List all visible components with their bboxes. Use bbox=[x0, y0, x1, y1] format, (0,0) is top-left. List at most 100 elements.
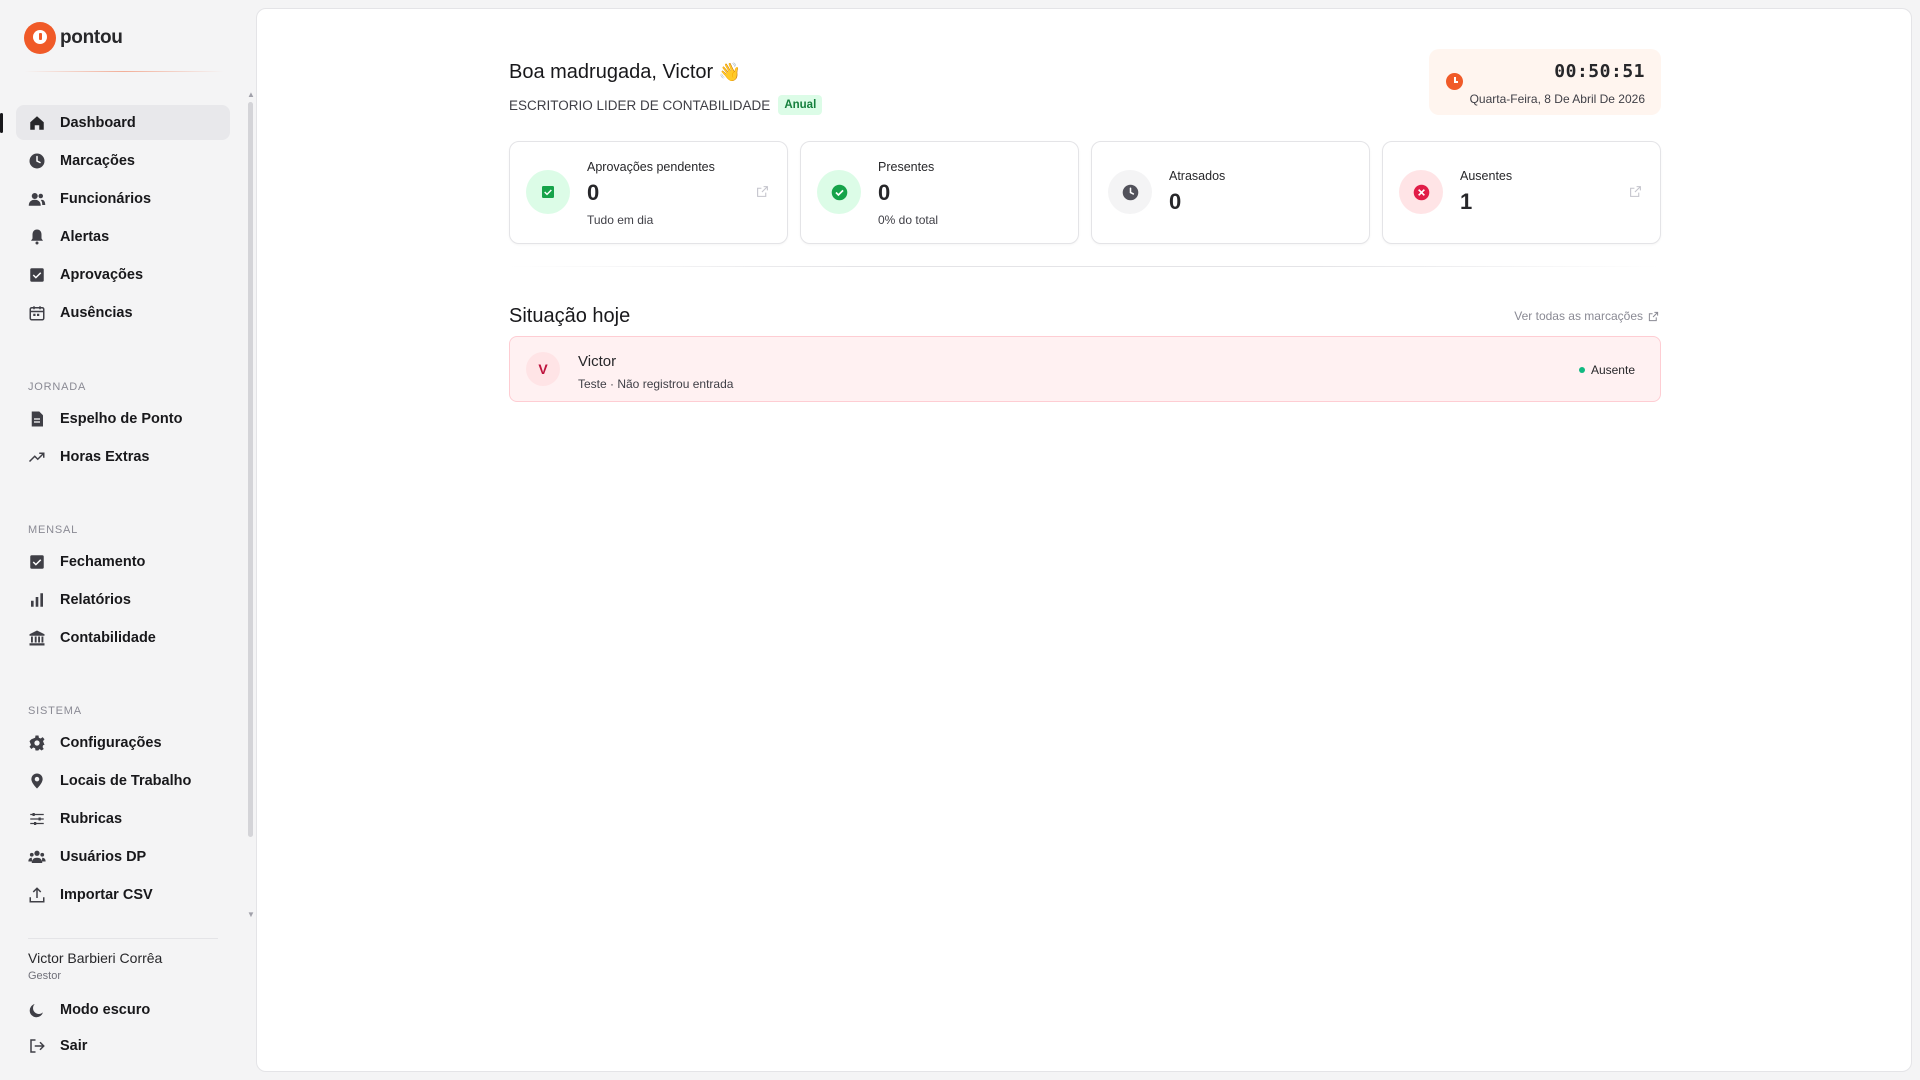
sidebar-item-label: Fechamento bbox=[60, 553, 146, 570]
plan-badge: Anual bbox=[778, 95, 823, 115]
clock-card: 00:50:51 Quarta-Feira, 8 De Abril De 202… bbox=[1429, 49, 1661, 115]
sidebar-item-funcionarios[interactable]: Funcionários bbox=[16, 181, 230, 216]
pontou-logo-icon bbox=[24, 22, 56, 54]
stat-card-atrasados[interactable]: Atrasados 0 bbox=[1091, 141, 1370, 244]
sidebar-item-label: Dashboard bbox=[60, 114, 136, 131]
clock-icon bbox=[1108, 170, 1152, 214]
sidebar-item-label: Aprovações bbox=[60, 266, 144, 283]
sidebar-item-importar-csv[interactable]: Importar CSV bbox=[16, 877, 230, 912]
page-greeting: Boa madrugada, Victor 👋 bbox=[509, 61, 741, 84]
dark-mode-toggle[interactable]: Modo escuro bbox=[16, 994, 230, 1026]
employee-status-row[interactable]: V Victor Teste · Não registrou entrada A… bbox=[509, 336, 1661, 402]
status-badge: Ausente bbox=[1578, 363, 1635, 377]
check-circle-icon bbox=[817, 170, 861, 214]
sidebar-item-label: Ausências bbox=[60, 304, 133, 321]
scroll-down-arrow[interactable]: ▼ bbox=[247, 910, 255, 919]
company-name: ESCRITORIO LIDER DE CONTABILIDADE bbox=[509, 97, 771, 113]
stat-card-aprovacoes-pendentes[interactable]: Aprovações pendentes 0 Tudo em dia bbox=[509, 141, 788, 244]
stat-card-ausentes[interactable]: Ausentes 1 bbox=[1382, 141, 1661, 244]
sidebar-item-marcacoes[interactable]: Marcações bbox=[16, 143, 230, 178]
employee-name: Victor bbox=[578, 353, 617, 370]
section-title-sistema: SISTEMA bbox=[28, 705, 82, 717]
stat-value: 0 bbox=[1169, 189, 1182, 214]
dark-mode-label: Modo escuro bbox=[60, 1002, 151, 1018]
app-logo[interactable]: pontou bbox=[24, 22, 123, 54]
sidebar-item-contabilidade[interactable]: Contabilidade bbox=[16, 620, 230, 655]
status-label: Ausente bbox=[1590, 363, 1635, 377]
sidebar-item-label: Marcações bbox=[60, 152, 135, 169]
sidebar-item-label: Relatórios bbox=[60, 591, 131, 608]
check-square-icon bbox=[28, 266, 46, 284]
stat-label: Aprovações pendentes bbox=[587, 160, 715, 174]
check-square-icon bbox=[526, 170, 570, 214]
see-all-label: Ver todas as marcações bbox=[1514, 309, 1643, 323]
bell-icon bbox=[28, 228, 46, 246]
bar-chart-icon bbox=[28, 591, 46, 609]
sidebar-item-dashboard[interactable]: Dashboard bbox=[16, 105, 230, 140]
logout-icon bbox=[28, 1037, 46, 1055]
sidebar-item-relatorios[interactable]: Relatórios bbox=[16, 582, 230, 617]
sidebar-item-label: Locais de Trabalho bbox=[60, 772, 192, 789]
see-all-link[interactable]: Ver todas as marcações bbox=[1514, 309, 1659, 323]
sidebar-item-label: Usuários DP bbox=[60, 848, 147, 865]
logo-divider bbox=[24, 71, 224, 72]
users-icon bbox=[28, 190, 46, 208]
sidebar: pontou Dashboard Marcações Funcionários … bbox=[0, 0, 255, 1080]
document-icon bbox=[28, 410, 46, 428]
clock-icon bbox=[1446, 73, 1463, 90]
user-name: Victor Barbieri Corrêa bbox=[28, 950, 163, 966]
logo-text: pontou bbox=[60, 27, 123, 48]
active-indicator bbox=[0, 113, 3, 133]
sidebar-item-label: Alertas bbox=[60, 228, 110, 245]
section-divider bbox=[509, 266, 1661, 267]
section-title-mensal: MENSAL bbox=[28, 524, 79, 536]
sidebar-item-locais-de-trabalho[interactable]: Locais de Trabalho bbox=[16, 763, 230, 798]
x-circle-icon bbox=[1399, 170, 1443, 214]
sidebar-item-label: Funcionários bbox=[60, 190, 152, 207]
employee-detail: Teste · Não registrou entrada bbox=[578, 377, 734, 391]
section-title-jornada: JORNADA bbox=[28, 381, 87, 393]
logout-button[interactable]: Sair bbox=[16, 1030, 230, 1062]
stat-card-presentes[interactable]: Presentes 0 0% do total bbox=[800, 141, 1079, 244]
sliders-icon bbox=[28, 810, 46, 828]
stat-label: Presentes bbox=[878, 160, 935, 174]
sidebar-item-label: Horas Extras bbox=[60, 448, 150, 465]
main-panel: Boa madrugada, Victor 👋 ESCRITORIO LIDER… bbox=[256, 8, 1912, 1072]
sidebar-item-aprovacoes[interactable]: Aprovações bbox=[16, 257, 230, 292]
logout-label: Sair bbox=[60, 1038, 88, 1054]
sidebar-item-label: Contabilidade bbox=[60, 629, 156, 646]
sidebar-item-fechamento[interactable]: Fechamento bbox=[16, 544, 230, 579]
sidebar-item-alertas[interactable]: Alertas bbox=[16, 219, 230, 254]
stat-value: 1 bbox=[1460, 189, 1473, 214]
company-info: ESCRITORIO LIDER DE CONTABILIDADE Anual bbox=[509, 95, 823, 115]
user-divider bbox=[28, 938, 218, 939]
upload-icon bbox=[28, 886, 46, 904]
sidebar-item-ausencias[interactable]: Ausências bbox=[16, 295, 230, 330]
calendar-icon bbox=[28, 304, 46, 322]
sidebar-scrollbar[interactable] bbox=[248, 102, 253, 837]
greeting-text: Boa madrugada, Victor bbox=[509, 61, 714, 83]
stat-value: 0 bbox=[587, 180, 600, 205]
check-square-icon bbox=[28, 553, 46, 571]
stat-value: 0 bbox=[878, 180, 891, 205]
clock-date: Quarta-Feira, 8 De Abril De 2026 bbox=[1469, 92, 1645, 106]
wave-emoji: 👋 bbox=[718, 62, 742, 82]
sidebar-item-espelho-de-ponto[interactable]: Espelho de Ponto bbox=[16, 401, 230, 436]
sidebar-item-configuracoes[interactable]: Configurações bbox=[16, 725, 230, 760]
user-role: Gestor bbox=[28, 970, 62, 982]
external-link-icon[interactable] bbox=[1629, 185, 1642, 198]
sidebar-item-rubricas[interactable]: Rubricas bbox=[16, 801, 230, 836]
sidebar-item-usuarios-dp[interactable]: Usuários DP bbox=[16, 839, 230, 874]
status-dot-icon bbox=[1578, 367, 1585, 373]
sidebar-item-label: Importar CSV bbox=[60, 886, 153, 903]
sidebar-item-horas-extras[interactable]: Horas Extras bbox=[16, 439, 230, 474]
external-link-icon[interactable] bbox=[756, 185, 769, 198]
section-title-situacao-hoje: Situação hoje bbox=[509, 305, 631, 327]
sidebar-item-label: Rubricas bbox=[60, 810, 123, 827]
stat-sub: 0% do total bbox=[878, 213, 939, 227]
sidebar-item-label: Espelho de Ponto bbox=[60, 410, 183, 427]
scroll-up-arrow[interactable]: ▲ bbox=[247, 90, 255, 99]
bank-icon bbox=[28, 629, 46, 647]
clock-icon bbox=[28, 152, 46, 170]
external-link-icon bbox=[1648, 311, 1659, 321]
